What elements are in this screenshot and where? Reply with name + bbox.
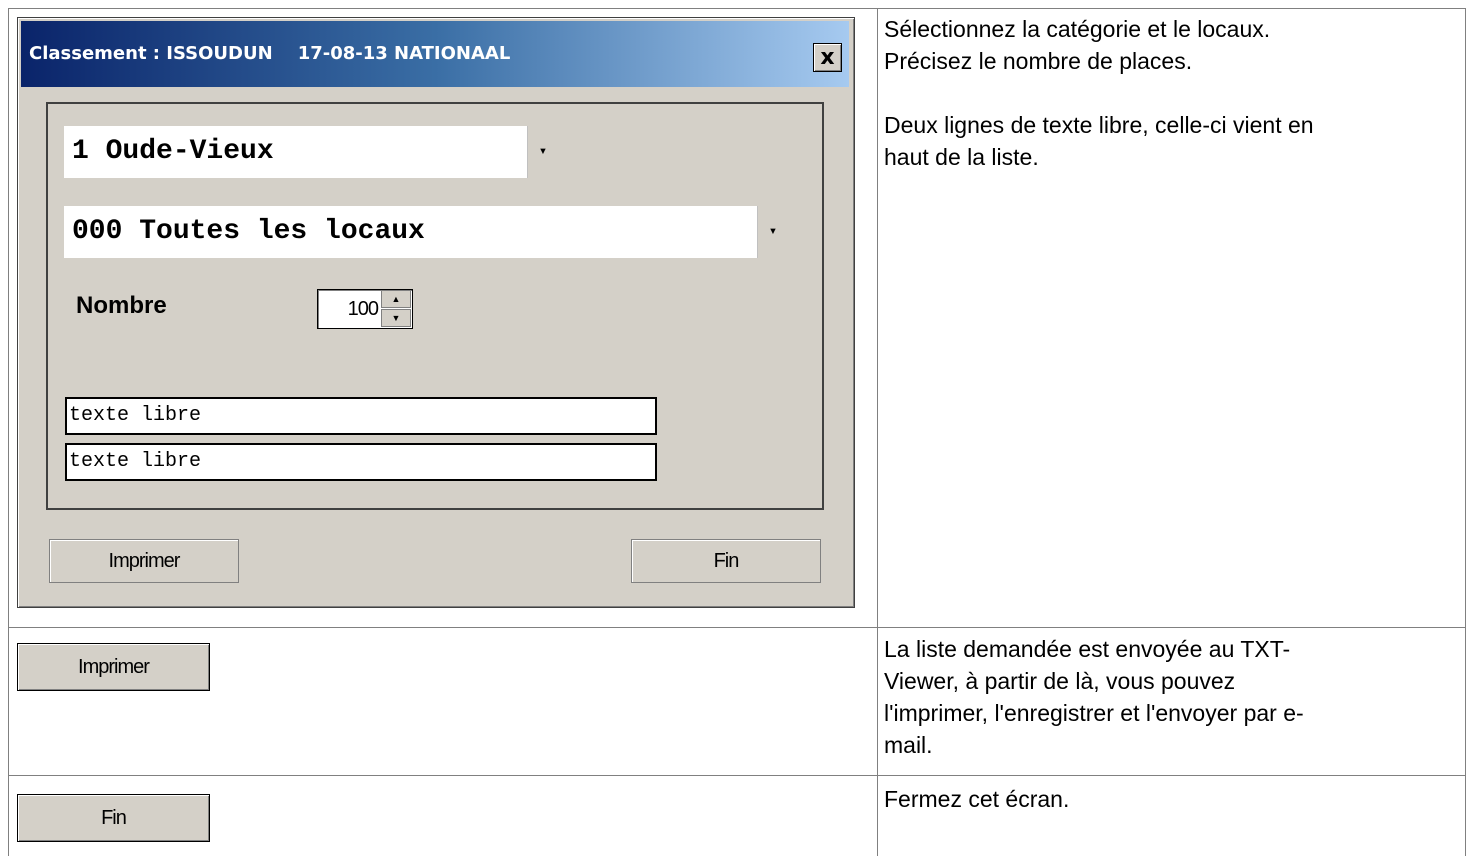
description-line: mail. bbox=[884, 732, 933, 758]
description-line bbox=[884, 77, 1444, 109]
table-column-divider bbox=[877, 8, 878, 856]
spin-up-icon[interactable]: ▲ bbox=[381, 290, 411, 308]
description-line: Deux lignes de texte libre, celle-ci vie… bbox=[884, 112, 1314, 138]
close-button[interactable]: x bbox=[813, 43, 842, 72]
row2-description: La liste demandée est envoyée au TXT- Vi… bbox=[884, 633, 1444, 761]
description-line: haut de la liste. bbox=[884, 144, 1039, 170]
description-line: Précisez le nombre de places. bbox=[884, 48, 1193, 74]
dialog-titlebar: Classement : ISSOUDUN 17-08-13 NATIONAAL… bbox=[21, 21, 849, 87]
nombre-value[interactable]: 100 bbox=[318, 290, 379, 328]
spin-down-icon[interactable]: ▼ bbox=[381, 309, 411, 327]
description-line: l'imprimer, l'enregistrer et l'envoyer p… bbox=[884, 700, 1304, 726]
description-line: Viewer, à partir de là, vous pouvez bbox=[884, 668, 1236, 694]
table-row-divider-1 bbox=[8, 627, 1466, 628]
free-text-field-2[interactable]: texte libre bbox=[65, 443, 657, 481]
free-text-field-1[interactable]: texte libre bbox=[65, 397, 657, 435]
nombre-label: Nombre bbox=[76, 292, 167, 319]
location-select[interactable]: 000 Toutes les locaux ▾ bbox=[64, 206, 788, 258]
print-button[interactable]: Imprimer bbox=[49, 539, 239, 583]
table-border-top bbox=[8, 8, 1466, 9]
location-select-value: 000 Toutes les locaux bbox=[72, 216, 425, 247]
description-line: La liste demandée est envoyée au TXT- bbox=[884, 636, 1291, 662]
row1-description: Sélectionnez la catégorie et le locaux. … bbox=[884, 13, 1444, 173]
row3-description: Fermez cet écran. bbox=[884, 783, 1444, 815]
nombre-stepper[interactable]: 100 ▲ ▼ bbox=[317, 289, 413, 329]
print-button-example[interactable]: Imprimer bbox=[17, 643, 210, 691]
classement-dialog: Classement : ISSOUDUN 17-08-13 NATIONAAL… bbox=[17, 17, 855, 608]
end-button[interactable]: Fin bbox=[631, 539, 821, 583]
category-select[interactable]: 1 Oude-Vieux ▾ bbox=[64, 126, 558, 178]
description-line: Sélectionnez la catégorie et le locaux. bbox=[884, 16, 1271, 42]
dialog-title: Classement : ISSOUDUN 17-08-13 NATIONAAL bbox=[29, 43, 511, 64]
table-row-divider-2 bbox=[8, 775, 1466, 776]
description-line: Fermez cet écran. bbox=[884, 786, 1070, 812]
chevron-down-icon[interactable]: ▾ bbox=[757, 206, 788, 258]
chevron-down-icon[interactable]: ▾ bbox=[527, 126, 558, 178]
close-icon: x bbox=[820, 45, 835, 70]
table-border-left bbox=[8, 8, 9, 856]
end-button-example[interactable]: Fin bbox=[17, 794, 210, 842]
category-select-value: 1 Oude-Vieux bbox=[72, 136, 274, 167]
